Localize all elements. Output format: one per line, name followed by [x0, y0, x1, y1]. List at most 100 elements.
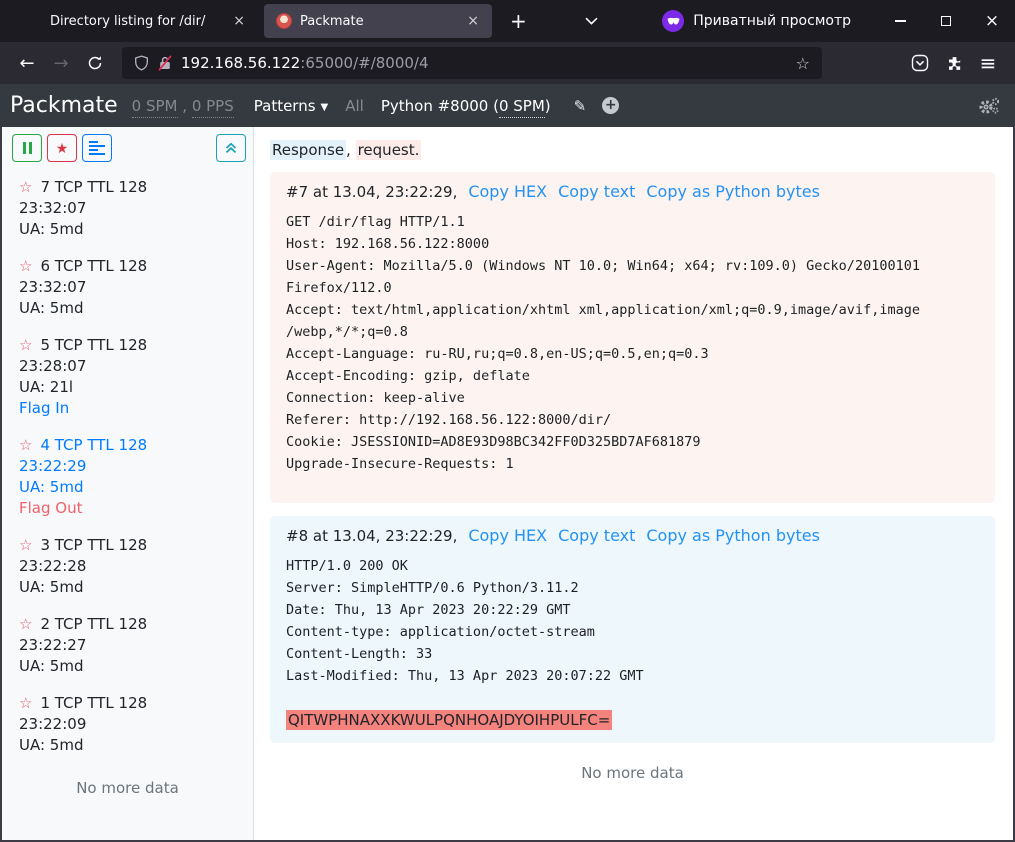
service-tab-python-8000[interactable]: Python #8000 (0 SPM) — [381, 97, 551, 115]
stream-flag-link[interactable]: Flag Out — [19, 498, 243, 519]
stream-list-item[interactable]: ☆ 5 TCP TTL 128 23:28:07 UA: 21l Flag In — [12, 335, 243, 419]
legend: Response, request. — [270, 141, 995, 159]
main-no-more-data: No more data — [270, 764, 995, 782]
scroll-to-top-button[interactable] — [216, 134, 246, 162]
url-bar[interactable]: 192.168.56.122:65000/#/8000/4 ☆ — [122, 47, 822, 79]
settings-gears-icon[interactable] — [977, 97, 1001, 115]
stream-title: 7 TCP TTL 128 — [40, 177, 147, 198]
stream-time: 23:32:07 — [19, 198, 243, 219]
menu-hamburger-icon[interactable]: ≡ — [971, 48, 1005, 78]
extensions-puzzle-icon[interactable] — [937, 48, 971, 78]
stream-detail-pane: Response, request. #7 at 13.04, 23:22:29… — [254, 127, 1013, 840]
add-service-button[interactable]: + — [602, 97, 619, 114]
sidebar-no-more-data: No more data — [12, 779, 253, 797]
packet-body: GET /dir/flag HTTP/1.1 Host: 192.168.56.… — [286, 211, 979, 475]
stream-user-agent: UA: 5md — [19, 656, 243, 677]
pocket-icon[interactable] — [903, 48, 937, 78]
sidebar-toolbar: ★ — [12, 134, 253, 162]
copy-hex-link[interactable]: Copy HEX — [468, 526, 547, 545]
insecure-lock-icon[interactable] — [158, 55, 172, 71]
browser-titlebar: Directory listing for /dir/ × Packmate ×… — [0, 0, 1015, 42]
stream-title: 3 TCP TTL 128 — [40, 535, 147, 556]
legend-request: request. — [356, 140, 422, 160]
maximize-button[interactable] — [923, 0, 969, 42]
stream-list-item[interactable]: ☆ 3 TCP TTL 128 23:22:28 UA: 5md — [12, 535, 243, 598]
stream-user-agent: UA: 5md — [19, 577, 243, 598]
stream-time: 23:22:29 — [19, 456, 243, 477]
copy-python-link[interactable]: Copy as Python bytes — [646, 182, 820, 201]
shield-icon[interactable] — [134, 55, 149, 71]
stream-user-agent: UA: 5md — [19, 477, 243, 498]
tab-close-icon[interactable]: × — [228, 13, 250, 29]
bookmark-star-icon[interactable]: ☆ — [796, 54, 810, 73]
stream-time: 23:22:27 — [19, 635, 243, 656]
copy-hex-link[interactable]: Copy HEX — [468, 182, 547, 201]
packet-number: #7 at 13.04, 23:22:29, — [286, 183, 457, 201]
stream-title: 2 TCP TTL 128 — [40, 614, 147, 635]
copy-python-link[interactable]: Copy as Python bytes — [646, 526, 820, 545]
packet-header: #7 at 13.04, 23:22:29, Copy HEX Copy tex… — [286, 182, 979, 201]
stream-list-item[interactable]: ☆ 2 TCP TTL 128 23:22:27 UA: 5md — [12, 614, 243, 677]
pattern-match-highlight: QITWPHNAXXKWULPQNHOAJDYOIHPULFC= — [286, 710, 612, 730]
private-badge-label: Приватный просмотр — [693, 13, 851, 29]
pattern-match-row: QITWPHNAXXKWULPQNHOAJDYOIHPULFC= — [286, 709, 979, 731]
packet-body: HTTP/1.0 200 OK Server: SimpleHTTP/0.6 P… — [286, 555, 979, 687]
packmate-favicon-icon — [276, 13, 292, 29]
navbar-right-icons: ≡ — [903, 48, 1005, 78]
stream-title: 6 TCP TTL 128 — [40, 256, 147, 277]
close-window-button[interactable]: × — [969, 0, 1015, 42]
favorite-star-icon[interactable]: ☆ — [19, 259, 32, 274]
stream-time: 23:22:28 — [19, 556, 243, 577]
stream-list-item[interactable]: ☆ 4 TCP TTL 128 23:22:29 UA: 5md Flag Ou… — [12, 435, 243, 519]
favorite-star-icon[interactable]: ☆ — [19, 338, 32, 353]
favorite-star-icon[interactable]: ☆ — [19, 696, 32, 711]
favorite-star-icon[interactable]: ☆ — [19, 438, 32, 453]
stream-flag-link[interactable]: Flag In — [19, 398, 243, 419]
window-controls: × — [877, 0, 1015, 42]
double-chevron-up-icon — [225, 142, 237, 154]
stream-title: 5 TCP TTL 128 — [40, 335, 147, 356]
stream-user-agent: UA: 21l — [19, 377, 243, 398]
stream-list-view-button[interactable] — [82, 134, 112, 162]
packet-header: #8 at 13.04, 23:22:29, Copy HEX Copy tex… — [286, 526, 979, 545]
list-all-tabs-icon[interactable] — [575, 11, 608, 31]
reload-button[interactable] — [78, 48, 112, 78]
list-icon — [89, 141, 105, 155]
traffic-stats: 0 SPM , 0 PPS — [132, 97, 234, 115]
page-content: ★ ☆ 7 TCP TTL 128 23:32:07 UA: 5md ☆ 6 T… — [0, 127, 1015, 842]
service-all-link[interactable]: All — [345, 97, 364, 115]
stream-user-agent: UA: 5md — [19, 219, 243, 240]
tab-directory-listing[interactable]: Directory listing for /dir/ × — [8, 4, 258, 38]
tab-packmate[interactable]: Packmate × — [264, 4, 492, 38]
packet-card-response: #8 at 13.04, 23:22:29, Copy HEX Copy tex… — [270, 516, 995, 743]
private-browsing-badge: Приватный просмотр — [662, 10, 851, 32]
app-brand[interactable]: Packmate — [10, 93, 118, 118]
forward-button[interactable]: → — [44, 48, 78, 78]
private-mask-icon — [662, 10, 684, 32]
tab-close-icon[interactable]: × — [462, 13, 484, 29]
browser-navbar: ← → 192.168.56.122:65000/#/8000/4 ☆ ≡ — [0, 42, 1015, 84]
chevron-down-icon: ▼ — [321, 102, 329, 113]
stream-time: 23:28:07 — [19, 356, 243, 377]
favorite-star-icon[interactable]: ☆ — [19, 180, 32, 195]
tab-title: Directory listing for /dir/ — [50, 14, 222, 29]
pause-capture-button[interactable] — [12, 134, 42, 162]
stream-time: 23:32:07 — [19, 277, 243, 298]
stream-list-item[interactable]: ☆ 6 TCP TTL 128 23:32:07 UA: 5md — [12, 256, 243, 319]
stream-sidebar: ★ ☆ 7 TCP TTL 128 23:32:07 UA: 5md ☆ 6 T… — [2, 127, 254, 840]
favorite-star-icon[interactable]: ☆ — [19, 538, 32, 553]
edit-service-pencil-icon[interactable]: ✎ — [574, 97, 587, 115]
back-button[interactable]: ← — [10, 48, 44, 78]
favorite-star-icon[interactable]: ☆ — [19, 617, 32, 632]
copy-text-link[interactable]: Copy text — [558, 182, 635, 201]
stream-user-agent: UA: 5md — [19, 735, 243, 756]
favorites-filter-button[interactable]: ★ — [47, 134, 77, 162]
stream-list-item[interactable]: ☆ 7 TCP TTL 128 23:32:07 UA: 5md — [12, 177, 243, 240]
stream-list-item[interactable]: ☆ 1 TCP TTL 128 23:22:09 UA: 5md — [12, 693, 243, 756]
minimize-button[interactable] — [877, 0, 923, 42]
patterns-dropdown[interactable]: Patterns▼ — [254, 97, 328, 115]
stream-user-agent: UA: 5md — [19, 298, 243, 319]
packmate-header: Packmate 0 SPM , 0 PPS Patterns▼ All Pyt… — [0, 84, 1015, 127]
new-tab-button[interactable]: + — [498, 9, 539, 33]
copy-text-link[interactable]: Copy text — [558, 526, 635, 545]
